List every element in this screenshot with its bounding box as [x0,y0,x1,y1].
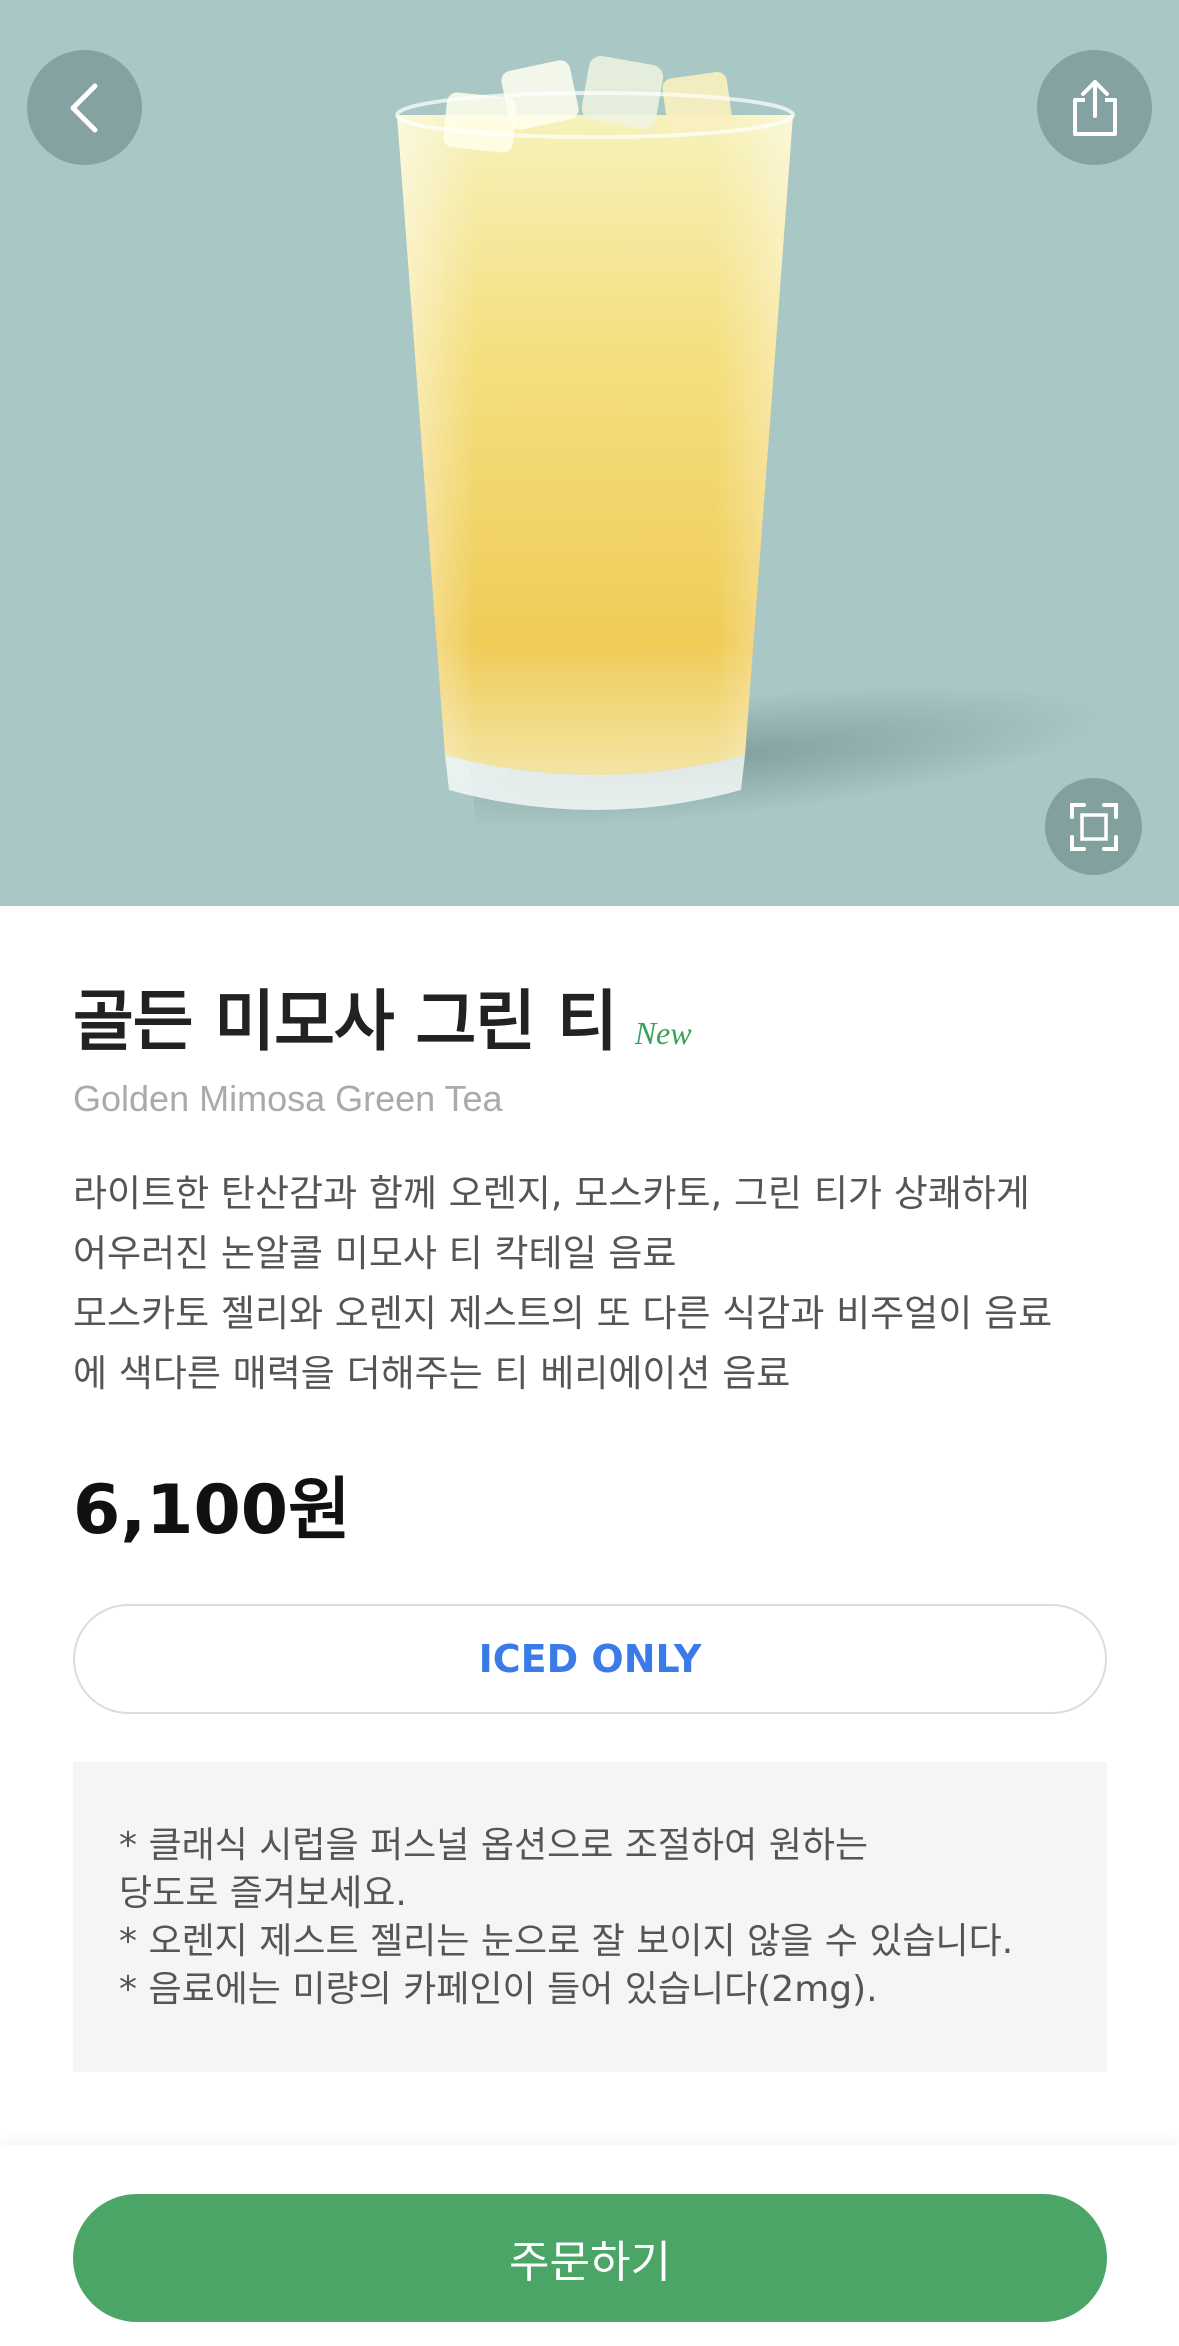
title-row: 골든 미모사 그린 티 New [73,968,692,1064]
bottom-action-bar: 주문하기 [0,2145,1179,2346]
notice-line: * 클래식 시럽을 퍼스널 옵션으로 조절하여 원하는 [119,1825,869,1866]
notice-line: * 음료에는 미량의 카페인이 들어 있습니다(2mg). [119,1969,878,2010]
product-english-name: Golden Mimosa Green Tea [73,1078,503,1119]
order-button[interactable]: 주문하기 [73,2194,1107,2322]
product-description: 라이트한 탄산감과 함께 오렌지, 모스카토, 그린 티가 상쾌하게 어우러진 … [73,1164,1107,1404]
description-line: 라이트한 탄산감과 함께 오렌지, 모스카토, 그린 티가 상쾌하게 [73,1172,1030,1215]
new-badge: New [634,1015,692,1051]
back-button[interactable] [27,50,142,165]
chevron-left-icon [70,83,97,132]
expand-icon [1069,802,1118,851]
description-line: 에 색다른 매력을 더해주는 티 베리에이션 음료 [73,1352,791,1395]
iced-only-option[interactable]: ICED ONLY [73,1604,1107,1714]
expand-image-button[interactable] [1045,778,1142,875]
share-icon [1072,79,1117,136]
product-image-area [0,0,1179,906]
description-line: 모스카토 젤리와 오렌지 제스트의 또 다른 식감과 비주얼이 음료 [73,1292,1053,1335]
notice-line: * 오렌지 제스트 젤리는 눈으로 잘 보이지 않을 수 있습니다. [119,1921,1014,1962]
share-button[interactable] [1037,50,1152,165]
description-line: 어우러진 논알콜 미모사 티 칵테일 음료 [73,1232,677,1275]
notice-box: * 클래식 시럽을 퍼스널 옵션으로 조절하여 원하는 당도로 즐겨보세요. *… [73,1762,1107,2072]
product-price: 6,100원 [73,1471,351,1550]
drink-image [395,55,795,810]
notice-line: 당도로 즐겨보세요. [119,1873,407,1914]
product-title: 골든 미모사 그린 티 [73,983,618,1060]
